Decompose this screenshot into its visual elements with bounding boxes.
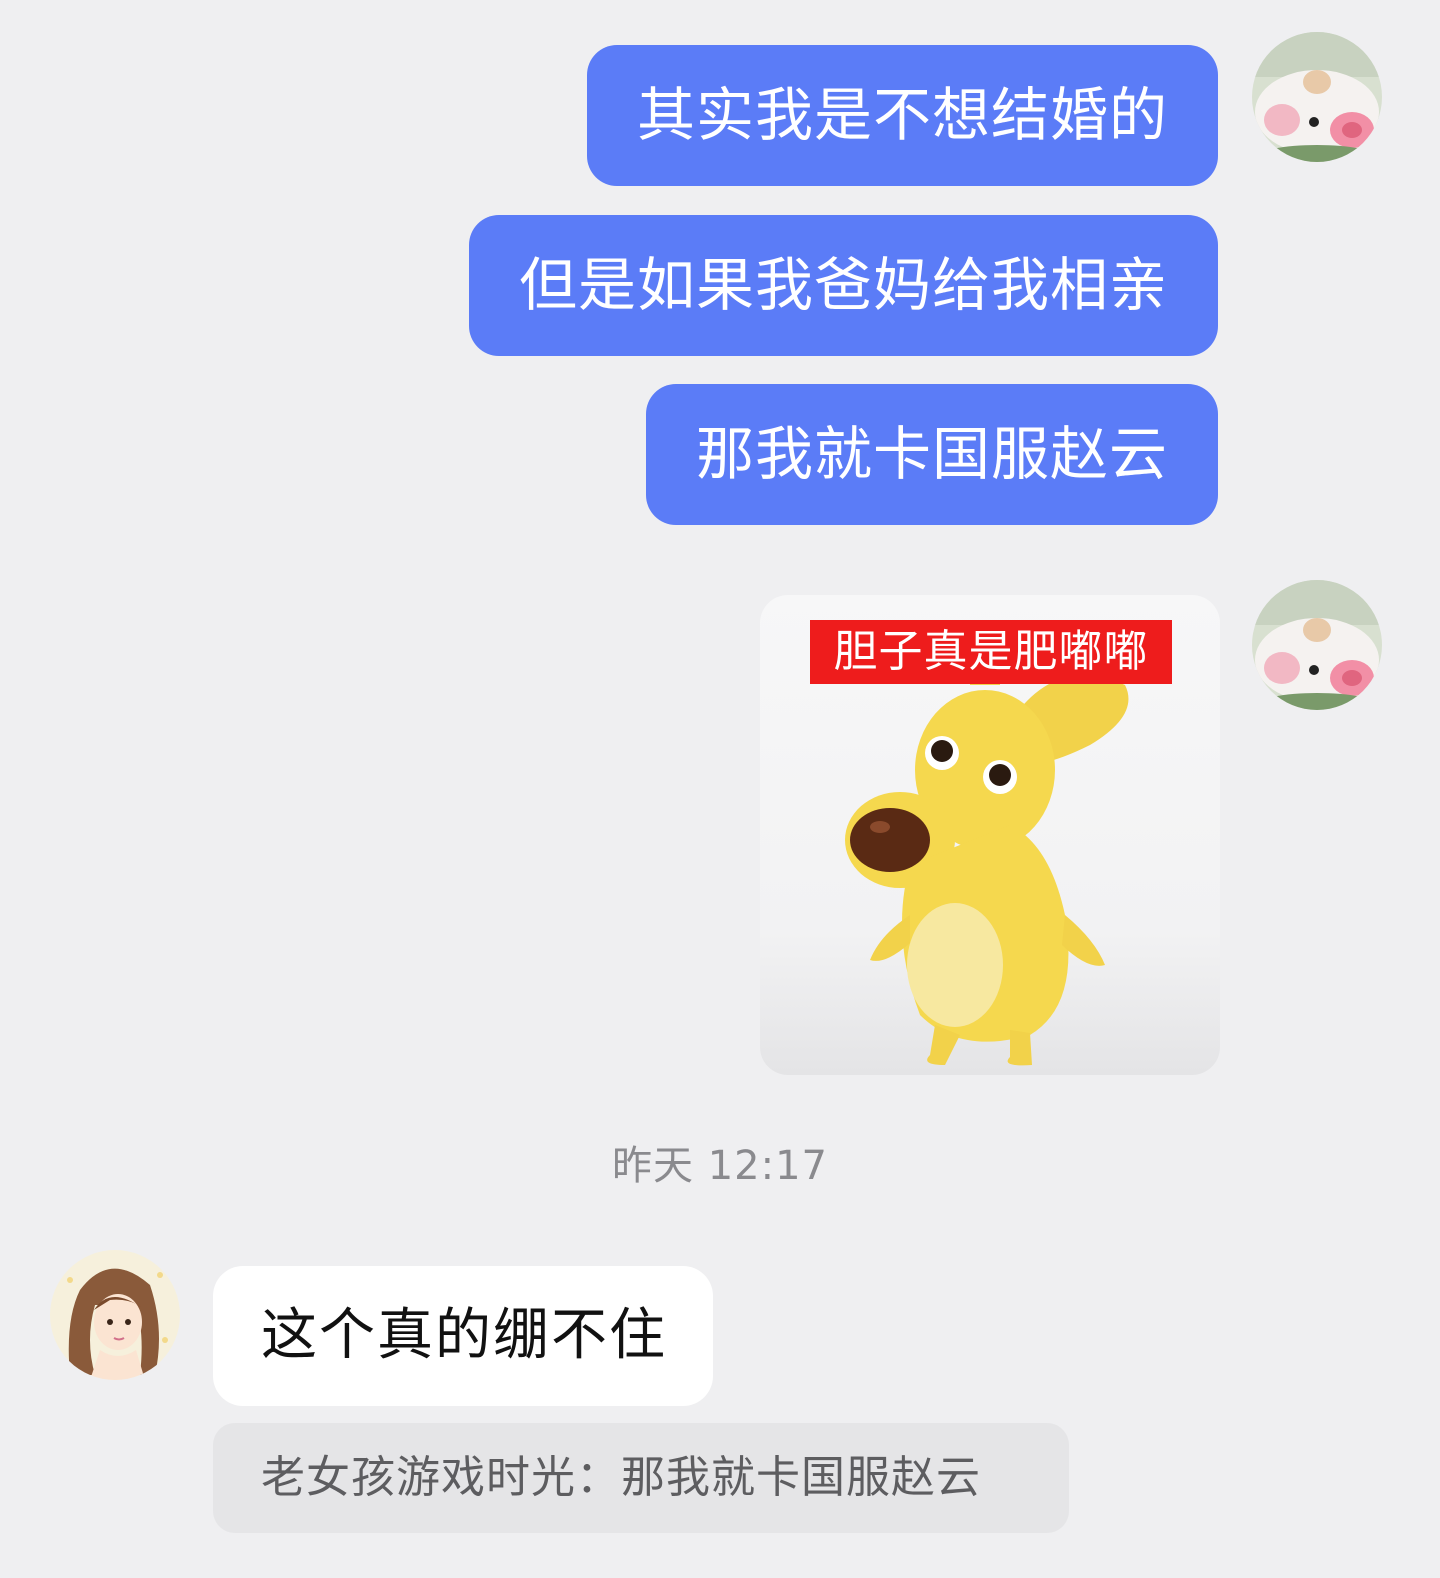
sticker-caption: 胆子真是肥嘟嘟	[810, 620, 1172, 684]
sticker-message[interactable]: 胆子真是肥嘟嘟	[760, 595, 1220, 1075]
anime-girl-avatar-icon	[50, 1250, 180, 1380]
outgoing-message[interactable]: 那我就卡国服赵云	[645, 384, 1218, 525]
message-timestamp: 昨天 12:17	[612, 1143, 828, 1189]
self-avatar[interactable]	[1252, 32, 1382, 162]
self-avatar[interactable]	[1252, 580, 1382, 710]
pig-plush-avatar-icon	[1252, 32, 1382, 162]
outgoing-message[interactable]: 其实我是不想结婚的	[586, 45, 1218, 186]
other-avatar[interactable]	[50, 1250, 180, 1380]
pig-plush-avatar-icon	[1252, 580, 1382, 710]
incoming-message[interactable]: 这个真的绷不住	[213, 1266, 713, 1406]
quoted-message[interactable]: 老女孩游戏时光：那我就卡国服赵云	[213, 1423, 1069, 1533]
outgoing-message[interactable]: 但是如果我爸妈给我相亲	[468, 215, 1218, 356]
